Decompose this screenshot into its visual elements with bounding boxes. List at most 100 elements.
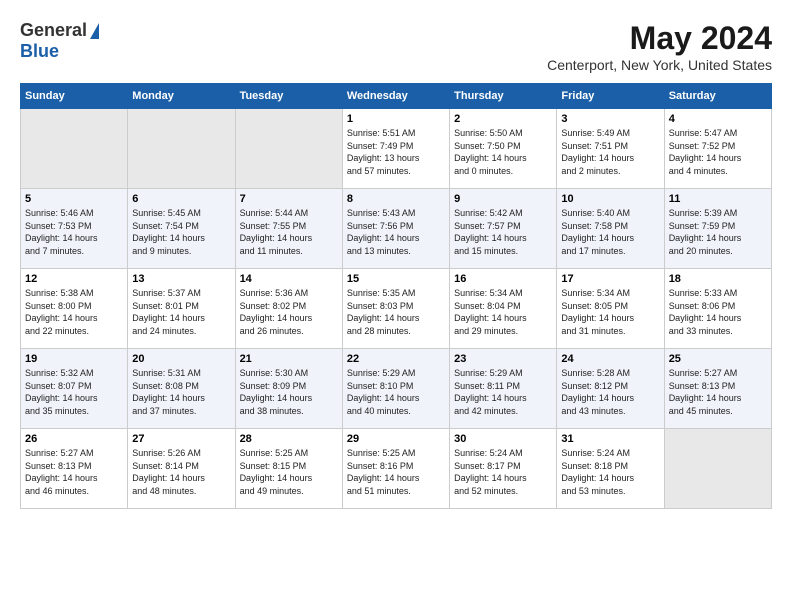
day-number: 4: [669, 113, 767, 125]
day-number: 20: [132, 353, 230, 365]
day-info: Sunrise: 5:26 AM Sunset: 8:14 PM Dayligh…: [132, 447, 230, 497]
weekday-header: Monday: [128, 84, 235, 109]
day-info: Sunrise: 5:49 AM Sunset: 7:51 PM Dayligh…: [561, 127, 659, 177]
day-number: 1: [347, 113, 445, 125]
day-number: 18: [669, 273, 767, 285]
day-info: Sunrise: 5:30 AM Sunset: 8:09 PM Dayligh…: [240, 367, 338, 417]
calendar-cell: 5Sunrise: 5:46 AM Sunset: 7:53 PM Daylig…: [21, 189, 128, 269]
day-info: Sunrise: 5:25 AM Sunset: 8:16 PM Dayligh…: [347, 447, 445, 497]
day-number: 5: [25, 193, 123, 205]
logo-triangle-icon: [90, 23, 99, 39]
day-info: Sunrise: 5:25 AM Sunset: 8:15 PM Dayligh…: [240, 447, 338, 497]
calendar-cell: 24 Sunrise: 5:28 AM Sunset: 8:12 PM Dayli…: [557, 349, 664, 429]
day-info: Sunrise: 5:39 AM Sunset: 7:59 PM Dayligh…: [669, 207, 767, 257]
calendar-cell: 6 Sunrise: 5:45 AM Sunset: 7:54 PM Daylig…: [128, 189, 235, 269]
day-info: Sunrise: 5:43 AM Sunset: 7:56 PM Dayligh…: [347, 207, 445, 257]
page-header: General Blue May 2024 Centerport, New Yo…: [20, 20, 772, 73]
day-number: 23: [454, 353, 552, 365]
day-info: Sunrise: 5:37 AM Sunset: 8:01 PM Dayligh…: [132, 287, 230, 337]
calendar-week-row: 5Sunrise: 5:46 AM Sunset: 7:53 PM Daylig…: [21, 189, 772, 269]
calendar-week-row: 19 Sunrise: 5:32 AM Sunset: 8:07 PM Dayli…: [21, 349, 772, 429]
calendar-cell: 22 Sunrise: 5:29 AM Sunset: 8:10 PM Dayli…: [342, 349, 449, 429]
day-info: Sunrise: 5:34 AM Sunset: 8:05 PM Dayligh…: [561, 287, 659, 337]
day-number: 6: [132, 193, 230, 205]
day-info: Sunrise: 5:42 AM Sunset: 7:57 PM Dayligh…: [454, 207, 552, 257]
location-subtitle: Centerport, New York, United States: [547, 57, 772, 73]
calendar-cell: [128, 109, 235, 189]
calendar-table: SundayMondayTuesdayWednesdayThursdayFrid…: [20, 83, 772, 509]
calendar-cell: 2 Sunrise: 5:50 AM Sunset: 7:50 PM Daylig…: [450, 109, 557, 189]
calendar-cell: 17Sunrise: 5:34 AM Sunset: 8:05 PM Dayli…: [557, 269, 664, 349]
calendar-week-row: 26 Sunrise: 5:27 AM Sunset: 8:13 PM Dayli…: [21, 429, 772, 509]
weekday-header: Thursday: [450, 84, 557, 109]
day-info: Sunrise: 5:50 AM Sunset: 7:50 PM Dayligh…: [454, 127, 552, 177]
calendar-cell: 23 Sunrise: 5:29 AM Sunset: 8:11 PM Dayli…: [450, 349, 557, 429]
weekday-header: Saturday: [664, 84, 771, 109]
logo: General Blue: [20, 20, 99, 62]
calendar-cell: 16Sunrise: 5:34 AM Sunset: 8:04 PM Dayli…: [450, 269, 557, 349]
header-row: SundayMondayTuesdayWednesdayThursdayFrid…: [21, 84, 772, 109]
day-info: Sunrise: 5:29 AM Sunset: 8:10 PM Dayligh…: [347, 367, 445, 417]
logo-blue-text: Blue: [20, 41, 59, 61]
day-number: 26: [25, 433, 123, 445]
calendar-cell: 13Sunrise: 5:37 AM Sunset: 8:01 PM Dayli…: [128, 269, 235, 349]
day-number: 19: [25, 353, 123, 365]
day-info: Sunrise: 5:44 AM Sunset: 7:55 PM Dayligh…: [240, 207, 338, 257]
day-number: 8: [347, 193, 445, 205]
weekday-header: Tuesday: [235, 84, 342, 109]
day-info: Sunrise: 5:24 AM Sunset: 8:17 PM Dayligh…: [454, 447, 552, 497]
calendar-cell: [235, 109, 342, 189]
calendar-cell: 29 Sunrise: 5:25 AM Sunset: 8:16 PM Dayli…: [342, 429, 449, 509]
day-info: Sunrise: 5:45 AM Sunset: 7:54 PM Dayligh…: [132, 207, 230, 257]
day-number: 27: [132, 433, 230, 445]
weekday-header: Wednesday: [342, 84, 449, 109]
calendar-cell: 14 Sunrise: 5:36 AM Sunset: 8:02 PM Dayli…: [235, 269, 342, 349]
calendar-cell: 7Sunrise: 5:44 AM Sunset: 7:55 PM Daylig…: [235, 189, 342, 269]
day-info: Sunrise: 5:27 AM Sunset: 8:13 PM Dayligh…: [25, 447, 123, 497]
calendar-cell: 11Sunrise: 5:39 AM Sunset: 7:59 PM Dayli…: [664, 189, 771, 269]
day-number: 16: [454, 273, 552, 285]
day-info: Sunrise: 5:35 AM Sunset: 8:03 PM Dayligh…: [347, 287, 445, 337]
calendar-cell: [21, 109, 128, 189]
day-number: 24: [561, 353, 659, 365]
day-number: 28: [240, 433, 338, 445]
calendar-cell: 1 Sunrise: 5:51 AM Sunset: 7:49 PM Daylig…: [342, 109, 449, 189]
day-number: 29: [347, 433, 445, 445]
day-info: Sunrise: 5:31 AM Sunset: 8:08 PM Dayligh…: [132, 367, 230, 417]
day-info: Sunrise: 5:36 AM Sunset: 8:02 PM Dayligh…: [240, 287, 338, 337]
day-info: Sunrise: 5:47 AM Sunset: 7:52 PM Dayligh…: [669, 127, 767, 177]
day-info: Sunrise: 5:51 AM Sunset: 7:49 PM Dayligh…: [347, 127, 445, 177]
day-number: 14: [240, 273, 338, 285]
weekday-header: Sunday: [21, 84, 128, 109]
calendar-cell: 26 Sunrise: 5:27 AM Sunset: 8:13 PM Dayli…: [21, 429, 128, 509]
day-number: 2: [454, 113, 552, 125]
day-number: 21: [240, 353, 338, 365]
day-number: 15: [347, 273, 445, 285]
calendar-cell: 8 Sunrise: 5:43 AM Sunset: 7:56 PM Daylig…: [342, 189, 449, 269]
day-number: 22: [347, 353, 445, 365]
calendar-cell: 10Sunrise: 5:40 AM Sunset: 7:58 PM Dayli…: [557, 189, 664, 269]
calendar-cell: 3 Sunrise: 5:49 AM Sunset: 7:51 PM Daylig…: [557, 109, 664, 189]
calendar-cell: 28 Sunrise: 5:25 AM Sunset: 8:15 PM Dayli…: [235, 429, 342, 509]
calendar-cell: 4 Sunrise: 5:47 AM Sunset: 7:52 PM Daylig…: [664, 109, 771, 189]
calendar-cell: 9Sunrise: 5:42 AM Sunset: 7:57 PM Daylig…: [450, 189, 557, 269]
calendar-cell: 12Sunrise: 5:38 AM Sunset: 8:00 PM Dayli…: [21, 269, 128, 349]
calendar-cell: 21 Sunrise: 5:30 AM Sunset: 8:09 PM Dayli…: [235, 349, 342, 429]
day-number: 12: [25, 273, 123, 285]
calendar-cell: 30 Sunrise: 5:24 AM Sunset: 8:17 PM Dayli…: [450, 429, 557, 509]
day-info: Sunrise: 5:28 AM Sunset: 8:12 PM Dayligh…: [561, 367, 659, 417]
calendar-header: SundayMondayTuesdayWednesdayThursdayFrid…: [21, 84, 772, 109]
day-info: Sunrise: 5:27 AM Sunset: 8:13 PM Dayligh…: [669, 367, 767, 417]
day-info: Sunrise: 5:24 AM Sunset: 8:18 PM Dayligh…: [561, 447, 659, 497]
day-info: Sunrise: 5:32 AM Sunset: 8:07 PM Dayligh…: [25, 367, 123, 417]
day-number: 3: [561, 113, 659, 125]
day-info: Sunrise: 5:33 AM Sunset: 8:06 PM Dayligh…: [669, 287, 767, 337]
calendar-cell: 20 Sunrise: 5:31 AM Sunset: 8:08 PM Dayli…: [128, 349, 235, 429]
calendar-cell: [664, 429, 771, 509]
day-info: Sunrise: 5:29 AM Sunset: 8:11 PM Dayligh…: [454, 367, 552, 417]
calendar-cell: 18 Sunrise: 5:33 AM Sunset: 8:06 PM Dayli…: [664, 269, 771, 349]
logo-general-text: General: [20, 20, 87, 41]
day-number: 25: [669, 353, 767, 365]
day-number: 10: [561, 193, 659, 205]
day-number: 30: [454, 433, 552, 445]
